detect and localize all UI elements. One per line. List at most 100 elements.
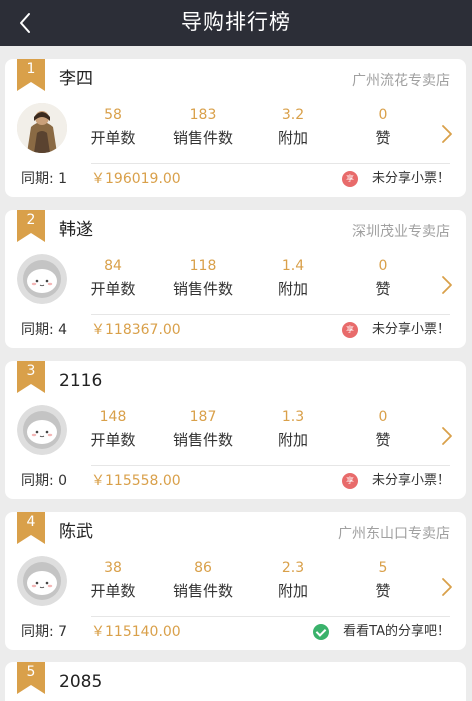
stat-value: 187 [189, 409, 217, 425]
stat-extra: 3.2 附加 [248, 106, 338, 150]
ranking-card[interactable]: 1 李四 广州流花专卖店 58 开单数 183 销售件数 3.2 附加 0赞 同期: … [5, 59, 466, 197]
rank-number: 1 [26, 61, 36, 77]
stat-label: 销售件数 [172, 280, 233, 298]
stat-label: 销售件数 [172, 582, 233, 600]
sales-amount: ￥115140.00 [91, 624, 181, 640]
ranking-card[interactable]: 3 2116 148 开单数 187 销售件数 1.3 附加 0赞 同期: 0 ￥11… [5, 361, 466, 499]
stat-value: 38 [104, 560, 122, 576]
chevron-right-icon[interactable] [440, 123, 454, 145]
stat-extra: 2.3 附加 [248, 559, 338, 603]
avatar[interactable] [17, 405, 67, 455]
divider [91, 465, 450, 466]
store-name: 广州东山口专卖店 [338, 526, 450, 542]
share-status: 享 未分享小票！ [341, 168, 450, 190]
stat-label: 销售件数 [172, 129, 233, 147]
rank-number: 3 [26, 363, 36, 379]
stat-value: 5 [378, 560, 388, 576]
stat-open-orders: 84 开单数 [68, 257, 158, 301]
header-bar: 导购排行榜 [0, 0, 472, 46]
stat-open-orders: 38 开单数 [68, 559, 158, 603]
stat-items-sold: 86 销售件数 [158, 559, 248, 603]
stats-row: 84 开单数 118 销售件数 1.4 附加 0赞 [75, 257, 425, 305]
sync-period: 同期: 1 [21, 171, 68, 187]
stat-value: 148 [99, 409, 127, 425]
stat-label: 附加 [277, 431, 308, 449]
stat-label: 开单数 [90, 280, 136, 298]
page-title: 导购排行榜 [181, 10, 291, 34]
ranking-card[interactable]: 5 2085 [5, 662, 466, 701]
stat-label: 赞 [375, 582, 391, 600]
stat-label: 赞 [375, 129, 391, 147]
sales-amount: ￥115558.00 [91, 473, 181, 489]
avatar[interactable] [17, 556, 67, 606]
stat-label: 赞 [375, 431, 391, 449]
stat-open-orders: 58 开单数 [68, 106, 158, 150]
stat-value: 1.3 [281, 409, 305, 425]
divider [91, 314, 450, 315]
guide-name: 李四 [59, 69, 93, 89]
stat-extra: 1.4 附加 [248, 257, 338, 301]
stat-likes: 0赞 [338, 408, 428, 452]
stat-value: 86 [194, 560, 212, 576]
store-name: 深圳茂业专卖店 [352, 224, 450, 240]
stat-label: 销售件数 [172, 431, 233, 449]
sales-amount: ￥118367.00 [91, 322, 181, 338]
stat-value: 183 [189, 107, 217, 123]
rank-number: 2 [26, 212, 36, 228]
stat-items-sold: 187 销售件数 [158, 408, 248, 452]
rank-number: 4 [26, 514, 36, 530]
share-status: 享 未分享小票！ [341, 470, 450, 492]
guide-name: 2085 [59, 672, 103, 692]
chevron-right-icon[interactable] [440, 576, 454, 598]
stat-label: 开单数 [90, 129, 136, 147]
stats-row: 58 开单数 183 销售件数 3.2 附加 0赞 [75, 106, 425, 154]
share-status: 享 未分享小票！ [341, 319, 450, 341]
chevron-right-icon[interactable] [440, 425, 454, 447]
stats-row: 38 开单数 86 销售件数 2.3 附加 5赞 [75, 559, 425, 607]
stat-value: 2.3 [281, 560, 305, 576]
rank-number: 5 [26, 664, 36, 680]
stat-label: 开单数 [90, 582, 136, 600]
avatar[interactable] [17, 103, 67, 153]
stat-value: 1.4 [281, 258, 305, 274]
stat-extra: 1.3 附加 [248, 408, 338, 452]
share-badge-icon: 享 [341, 171, 358, 187]
stat-value: 0 [378, 258, 388, 274]
stat-value: 0 [378, 409, 388, 425]
store-name: 广州流花专卖店 [352, 73, 450, 89]
guide-name: 2116 [59, 371, 103, 391]
stat-items-sold: 118 销售件数 [158, 257, 248, 301]
stat-likes: 5赞 [338, 559, 428, 603]
share-text: 看看TA的分享吧！ [343, 624, 450, 639]
guide-name: 韩遂 [59, 220, 93, 240]
sales-amount: ￥196019.00 [91, 171, 181, 187]
view-share-link[interactable]: 看看TA的分享吧！ [313, 621, 450, 643]
stat-value: 3.2 [281, 107, 305, 123]
guide-name: 陈武 [59, 522, 93, 542]
check-circle-icon [313, 624, 330, 640]
divider [91, 616, 450, 617]
stat-value: 84 [104, 258, 122, 274]
stat-label: 附加 [277, 280, 308, 298]
stat-label: 附加 [277, 129, 308, 147]
divider [91, 163, 450, 164]
sync-period: 同期: 0 [21, 473, 68, 489]
stat-items-sold: 183 销售件数 [158, 106, 248, 150]
avatar[interactable] [17, 254, 67, 304]
stat-value: 118 [189, 258, 217, 274]
stat-label: 附加 [277, 582, 308, 600]
stat-label: 赞 [375, 280, 391, 298]
stat-value: 58 [104, 107, 122, 123]
stat-label: 开单数 [90, 431, 136, 449]
share-text: 未分享小票！ [371, 171, 450, 186]
ranking-card[interactable]: 4 陈武 广州东山口专卖店 38 开单数 86 销售件数 2.3 附加 5赞 同期: … [5, 512, 466, 650]
ranking-card[interactable]: 2 韩遂 深圳茂业专卖店 84 开单数 118 销售件数 1.4 附加 0赞 同期: … [5, 210, 466, 348]
share-text: 未分享小票！ [371, 473, 450, 488]
stats-row: 148 开单数 187 销售件数 1.3 附加 0赞 [75, 408, 425, 456]
stat-open-orders: 148 开单数 [68, 408, 158, 452]
sync-period: 同期: 4 [21, 322, 68, 338]
stat-likes: 0赞 [338, 257, 428, 301]
sync-period: 同期: 7 [21, 624, 68, 640]
chevron-right-icon[interactable] [440, 274, 454, 296]
share-text: 未分享小票！ [371, 322, 450, 337]
